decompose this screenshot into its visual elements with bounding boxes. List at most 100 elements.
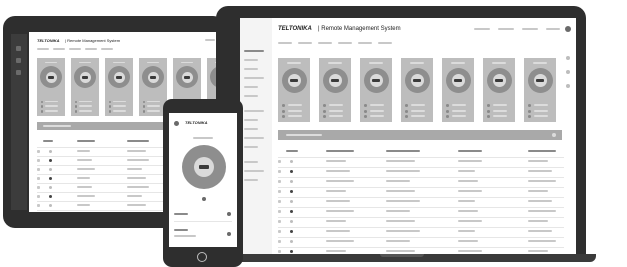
tablet-row-checkbox[interactable]: [37, 168, 40, 171]
laptop-card-title: [327, 62, 343, 65]
tablet-header-action[interactable]: [205, 39, 215, 41]
laptop-row-checkbox[interactable]: [278, 230, 281, 233]
phone-screen: TELTONIKA: [169, 113, 237, 247]
tablet-status-dot: [49, 186, 52, 189]
laptop-table-row[interactable]: [278, 158, 564, 167]
laptop-table-header: [386, 150, 420, 152]
laptop-header-link[interactable]: [474, 28, 490, 30]
laptop-tab[interactable]: [318, 42, 332, 44]
laptop-tab[interactable]: [338, 42, 352, 44]
phone-list-toggle-icon[interactable]: [227, 232, 231, 236]
laptop-table-row[interactable]: [278, 168, 564, 177]
laptop-sidebar-item[interactable]: [244, 128, 258, 130]
laptop-sidebar-item[interactable]: [244, 146, 258, 148]
laptop-header-link[interactable]: [522, 28, 538, 30]
laptop-legend-label: [451, 109, 467, 112]
laptop-sidebar-item[interactable]: [244, 95, 258, 97]
laptop-table-row[interactable]: [278, 228, 564, 237]
tablet-row-checkbox[interactable]: [37, 186, 40, 189]
laptop-card-title: [491, 62, 507, 65]
laptop-sidebar-item[interactable]: [244, 137, 264, 139]
laptop-tab[interactable]: [358, 42, 372, 44]
phone-menu-icon[interactable]: [174, 121, 179, 126]
laptop-sidebar-item[interactable]: [244, 179, 258, 181]
tablet-cell: [127, 150, 146, 152]
tablet-tab[interactable]: [37, 48, 49, 50]
laptop-row-checkbox[interactable]: [278, 220, 281, 223]
laptop-cell: [528, 160, 548, 162]
laptop-cell: [528, 240, 556, 242]
tablet-tab[interactable]: [85, 48, 97, 50]
laptop-sidebar-item[interactable]: [244, 161, 258, 163]
tablet-legend-label: [147, 105, 160, 108]
laptop-row-checkbox[interactable]: [278, 170, 281, 173]
tablet-row-checkbox[interactable]: [37, 177, 40, 180]
laptop-side-indicator: [566, 84, 570, 88]
tablet-row-checkbox[interactable]: [37, 195, 40, 198]
tablet-legend-label: [113, 105, 126, 108]
laptop-tab[interactable]: [278, 42, 292, 44]
phone-logo-text: TELTONIKA: [185, 120, 208, 125]
laptop-row-checkbox[interactable]: [278, 160, 281, 163]
laptop-section-toggle-icon[interactable]: [552, 133, 556, 137]
laptop-header-link[interactable]: [546, 28, 560, 30]
phone-list-value: [174, 235, 196, 237]
laptop-sidebar-item[interactable]: [244, 86, 258, 88]
laptop-donut-chart: [445, 67, 471, 93]
laptop-row-checkbox[interactable]: [278, 250, 281, 253]
laptop-sidebar-item[interactable]: [244, 110, 264, 112]
laptop-legend-dot: [446, 109, 449, 113]
laptop-row-checkbox[interactable]: [278, 200, 281, 203]
laptop-cell: [386, 210, 410, 212]
laptop-donut-chart: [363, 67, 389, 93]
tablet-status-dot: [49, 177, 52, 180]
tablet-table-header: [43, 140, 53, 142]
laptop-row-checkbox[interactable]: [278, 190, 281, 193]
laptop-status-dot: [290, 240, 293, 243]
laptop-sidebar-item-active[interactable]: [244, 50, 264, 52]
laptop-tab[interactable]: [378, 42, 392, 44]
tablet-row-checkbox[interactable]: [37, 159, 40, 162]
tablet-card-title: [112, 61, 126, 64]
tablet-row-checkbox[interactable]: [37, 150, 40, 153]
laptop-table-row[interactable]: [278, 218, 564, 227]
tablet-status-dot: [49, 204, 52, 207]
laptop-table-row[interactable]: [278, 198, 564, 207]
tablet-tab[interactable]: [101, 48, 113, 50]
laptop-sidebar-item[interactable]: [244, 170, 264, 172]
tablet-tab[interactable]: [53, 48, 65, 50]
laptop-row-checkbox[interactable]: [278, 180, 281, 183]
tablet-rail-icon: [16, 58, 21, 63]
laptop-legend-label: [492, 109, 508, 112]
phone-list-toggle-icon[interactable]: [227, 212, 231, 216]
laptop-table-row[interactable]: [278, 178, 564, 187]
laptop-sidebar-item[interactable]: [244, 68, 258, 70]
tablet-row-checkbox[interactable]: [37, 204, 40, 207]
laptop-sidebar-item[interactable]: [244, 59, 258, 61]
laptop-donut-chart: [281, 67, 307, 93]
laptop-tab[interactable]: [298, 42, 312, 44]
tablet-donut-chart: [40, 66, 62, 89]
tablet-legend-dot: [40, 100, 43, 103]
phone-home-button[interactable]: [197, 252, 207, 262]
laptop-row-checkbox[interactable]: [278, 210, 281, 213]
laptop-table-row[interactable]: [278, 238, 564, 247]
laptop-cell: [326, 160, 346, 162]
laptop-table-row[interactable]: [278, 208, 564, 217]
tablet-status-dot: [49, 150, 52, 153]
laptop-row-checkbox[interactable]: [278, 240, 281, 243]
laptop-cell: [458, 220, 482, 222]
laptop-donut-value: [495, 78, 503, 82]
laptop-legend-dot: [282, 109, 285, 113]
tablet-donut-chart: [142, 66, 164, 89]
laptop-sidebar-item[interactable]: [244, 77, 264, 79]
phone-logo: TELTONIKA: [185, 120, 208, 125]
laptop-header-link[interactable]: [498, 28, 514, 30]
user-avatar-icon[interactable]: [565, 26, 571, 32]
laptop-table-row[interactable]: [278, 188, 564, 197]
laptop-sidebar-item[interactable]: [244, 119, 258, 121]
phone-pager-dot[interactable]: [202, 197, 206, 201]
tablet-tab[interactable]: [69, 48, 81, 50]
laptop-legend-label: [492, 104, 508, 107]
laptop-legend-label: [533, 104, 549, 107]
